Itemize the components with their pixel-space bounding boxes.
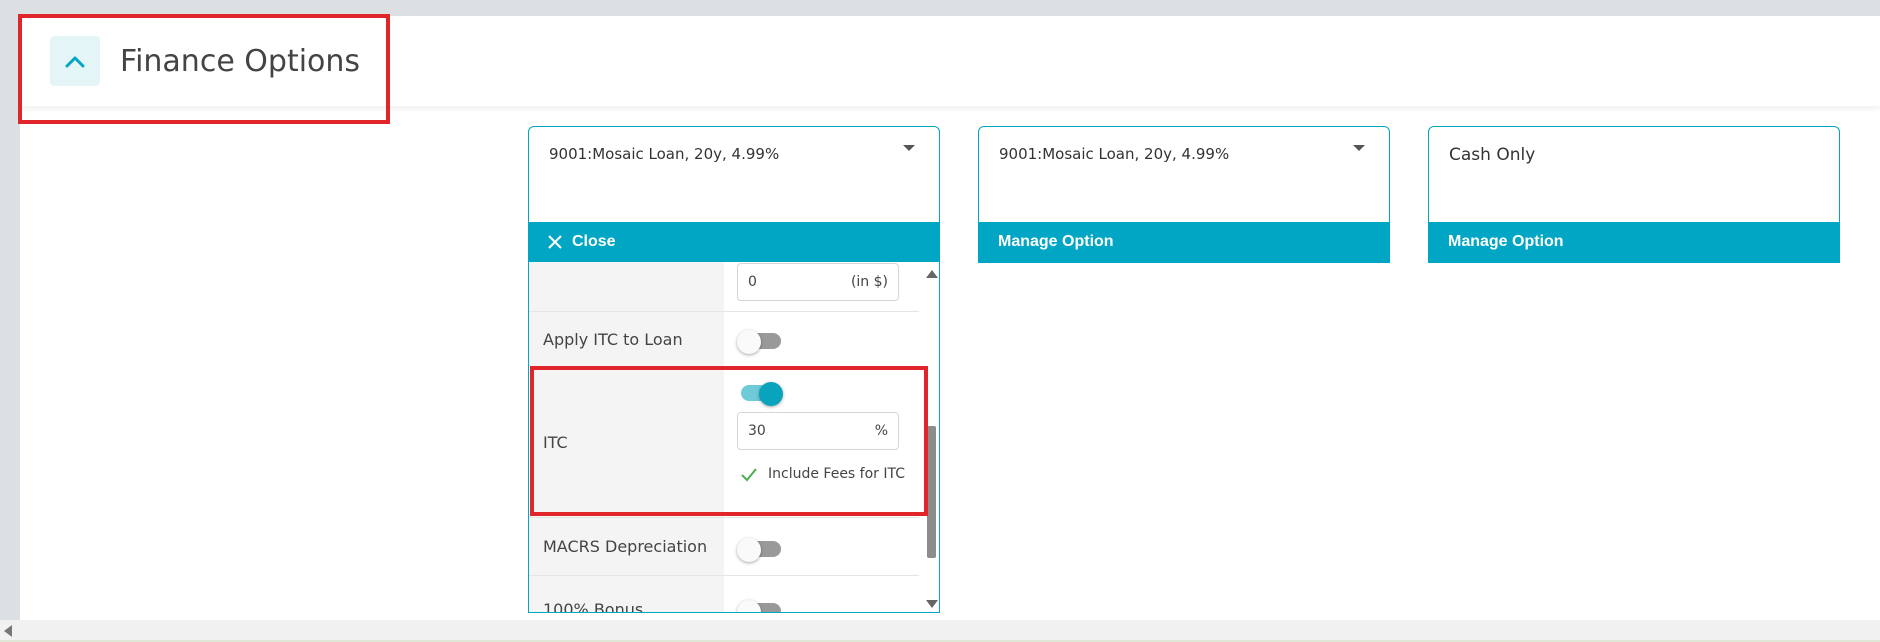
- scrollbar-thumb[interactable]: [927, 426, 936, 558]
- bonus-depreciation-row: 100% Bonus Depreciation: [529, 576, 919, 612]
- toggle-knob: [737, 538, 761, 562]
- amount-input-value: 0: [748, 274, 757, 290]
- page-left-edge: [0, 0, 20, 642]
- horizontal-scrollbar[interactable]: [0, 620, 1880, 642]
- macrs-depreciation-control: [724, 518, 919, 575]
- caret-down-icon: [1353, 145, 1365, 151]
- apply-itc-to-loan-label: Apply ITC to Loan: [529, 312, 724, 367]
- manage-option-label: Manage Option: [1448, 233, 1564, 250]
- macrs-depreciation-row: MACRS Depreciation: [529, 518, 919, 576]
- toggle-knob: [737, 330, 761, 354]
- bonus-depreciation-toggle[interactable]: [737, 600, 783, 612]
- finance-option-card-3: Cash Only Manage Option: [1428, 126, 1840, 263]
- finance-option-select-1[interactable]: 9001:Mosaic Loan, 20y, 4.99%: [529, 127, 939, 222]
- close-option-button[interactable]: Close: [528, 222, 940, 262]
- manage-option-label: Manage Option: [998, 233, 1114, 250]
- scroll-down-arrow-icon[interactable]: [926, 600, 938, 608]
- amount-input[interactable]: 0 (in $): [737, 263, 899, 301]
- scroll-up-arrow-icon[interactable]: [926, 270, 938, 278]
- amount-row-control: 0 (in $): [724, 262, 919, 311]
- amount-row: 0 (in $): [529, 262, 919, 312]
- macrs-depreciation-toggle[interactable]: [737, 538, 783, 562]
- bonus-depreciation-control: [724, 576, 919, 612]
- apply-itc-to-loan-row: Apply ITC to Loan: [529, 312, 919, 368]
- finance-option-select-3[interactable]: Cash Only: [1429, 127, 1839, 222]
- finance-option-select-value: 9001:Mosaic Loan, 20y, 4.99%: [999, 145, 1230, 163]
- apply-itc-to-loan-toggle[interactable]: [737, 330, 783, 354]
- highlight-box-itc: [530, 366, 928, 516]
- caret-down-icon: [903, 145, 915, 151]
- amount-input-unit: (in $): [850, 274, 888, 290]
- manage-option-button[interactable]: Manage Option: [1428, 222, 1840, 262]
- close-option-label: Close: [572, 233, 616, 250]
- manage-option-button[interactable]: Manage Option: [978, 222, 1390, 262]
- highlight-box-title: [18, 14, 390, 124]
- toggle-knob: [737, 600, 761, 612]
- finance-option-select-2[interactable]: 9001:Mosaic Loan, 20y, 4.99%: [979, 127, 1389, 222]
- close-icon: [548, 235, 562, 249]
- finance-option-select-value: 9001:Mosaic Loan, 20y, 4.99%: [549, 145, 780, 163]
- macrs-depreciation-label: MACRS Depreciation: [529, 518, 724, 575]
- bonus-depreciation-label: 100% Bonus Depreciation: [529, 576, 724, 612]
- scroll-left-arrow-icon[interactable]: [4, 625, 12, 637]
- finance-option-card-2: 9001:Mosaic Loan, 20y, 4.99% Manage Opti…: [978, 126, 1390, 263]
- amount-row-label: [529, 262, 724, 311]
- apply-itc-to-loan-control: [724, 312, 919, 367]
- finance-option-select-value: Cash Only: [1449, 145, 1536, 165]
